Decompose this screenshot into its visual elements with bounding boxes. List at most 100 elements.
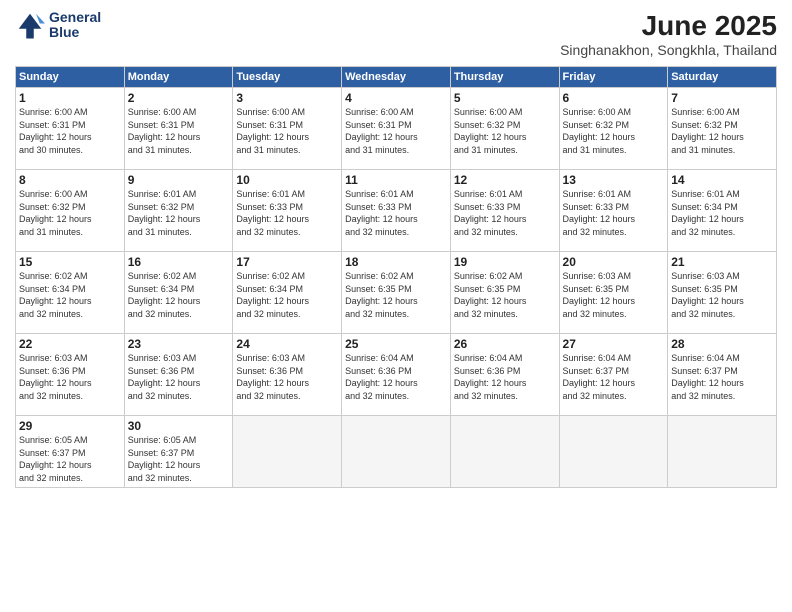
day-number: 6 bbox=[563, 91, 665, 105]
cell-text: Sunrise: 6:00 AMSunset: 6:32 PMDaylight:… bbox=[671, 106, 773, 156]
cell-text: Sunrise: 6:00 AMSunset: 6:31 PMDaylight:… bbox=[236, 106, 338, 156]
calendar-cell: 7Sunrise: 6:00 AMSunset: 6:32 PMDaylight… bbox=[668, 88, 777, 170]
cell-text: Sunrise: 6:00 AMSunset: 6:31 PMDaylight:… bbox=[345, 106, 447, 156]
day-number: 23 bbox=[128, 337, 230, 351]
calendar-cell: 3Sunrise: 6:00 AMSunset: 6:31 PMDaylight… bbox=[233, 88, 342, 170]
cell-text: Sunrise: 6:00 AMSunset: 6:31 PMDaylight:… bbox=[19, 106, 121, 156]
calendar-cell: 25Sunrise: 6:04 AMSunset: 6:36 PMDayligh… bbox=[342, 334, 451, 416]
day-number: 5 bbox=[454, 91, 556, 105]
logo-line1: General bbox=[49, 9, 101, 25]
weekday-header-monday: Monday bbox=[124, 67, 233, 88]
calendar-cell: 6Sunrise: 6:00 AMSunset: 6:32 PMDaylight… bbox=[559, 88, 668, 170]
day-number: 16 bbox=[128, 255, 230, 269]
cell-text: Sunrise: 6:05 AMSunset: 6:37 PMDaylight:… bbox=[19, 434, 121, 484]
logo-text: General Blue bbox=[49, 10, 101, 41]
weekday-header-wednesday: Wednesday bbox=[342, 67, 451, 88]
calendar-cell: 20Sunrise: 6:03 AMSunset: 6:35 PMDayligh… bbox=[559, 252, 668, 334]
cell-text: Sunrise: 6:05 AMSunset: 6:37 PMDaylight:… bbox=[128, 434, 230, 484]
calendar-cell: 16Sunrise: 6:02 AMSunset: 6:34 PMDayligh… bbox=[124, 252, 233, 334]
location: Singhanakhon, Songkhla, Thailand bbox=[560, 42, 777, 58]
day-number: 24 bbox=[236, 337, 338, 351]
cell-text: Sunrise: 6:04 AMSunset: 6:37 PMDaylight:… bbox=[671, 352, 773, 402]
day-number: 17 bbox=[236, 255, 338, 269]
calendar-cell: 28Sunrise: 6:04 AMSunset: 6:37 PMDayligh… bbox=[668, 334, 777, 416]
month-title: June 2025 bbox=[560, 10, 777, 42]
calendar-cell: 26Sunrise: 6:04 AMSunset: 6:36 PMDayligh… bbox=[450, 334, 559, 416]
week-row-3: 15Sunrise: 6:02 AMSunset: 6:34 PMDayligh… bbox=[16, 252, 777, 334]
calendar-cell: 4Sunrise: 6:00 AMSunset: 6:31 PMDaylight… bbox=[342, 88, 451, 170]
calendar-cell: 23Sunrise: 6:03 AMSunset: 6:36 PMDayligh… bbox=[124, 334, 233, 416]
calendar-cell bbox=[559, 416, 668, 488]
calendar-cell: 11Sunrise: 6:01 AMSunset: 6:33 PMDayligh… bbox=[342, 170, 451, 252]
calendar-cell: 17Sunrise: 6:02 AMSunset: 6:34 PMDayligh… bbox=[233, 252, 342, 334]
cell-text: Sunrise: 6:01 AMSunset: 6:33 PMDaylight:… bbox=[236, 188, 338, 238]
logo: General Blue bbox=[15, 10, 101, 41]
calendar-cell: 8Sunrise: 6:00 AMSunset: 6:32 PMDaylight… bbox=[16, 170, 125, 252]
day-number: 20 bbox=[563, 255, 665, 269]
logo-icon bbox=[15, 10, 45, 40]
day-number: 1 bbox=[19, 91, 121, 105]
calendar-cell: 5Sunrise: 6:00 AMSunset: 6:32 PMDaylight… bbox=[450, 88, 559, 170]
day-number: 15 bbox=[19, 255, 121, 269]
calendar-cell: 15Sunrise: 6:02 AMSunset: 6:34 PMDayligh… bbox=[16, 252, 125, 334]
day-number: 7 bbox=[671, 91, 773, 105]
header: General Blue June 2025 Singhanakhon, Son… bbox=[15, 10, 777, 58]
calendar-page: General Blue June 2025 Singhanakhon, Son… bbox=[0, 0, 792, 612]
day-number: 26 bbox=[454, 337, 556, 351]
weekday-header-tuesday: Tuesday bbox=[233, 67, 342, 88]
cell-text: Sunrise: 6:02 AMSunset: 6:34 PMDaylight:… bbox=[128, 270, 230, 320]
cell-text: Sunrise: 6:03 AMSunset: 6:35 PMDaylight:… bbox=[671, 270, 773, 320]
cell-text: Sunrise: 6:03 AMSunset: 6:36 PMDaylight:… bbox=[236, 352, 338, 402]
cell-text: Sunrise: 6:04 AMSunset: 6:37 PMDaylight:… bbox=[563, 352, 665, 402]
calendar-cell: 13Sunrise: 6:01 AMSunset: 6:33 PMDayligh… bbox=[559, 170, 668, 252]
calendar-cell: 12Sunrise: 6:01 AMSunset: 6:33 PMDayligh… bbox=[450, 170, 559, 252]
weekday-header-sunday: Sunday bbox=[16, 67, 125, 88]
cell-text: Sunrise: 6:01 AMSunset: 6:32 PMDaylight:… bbox=[128, 188, 230, 238]
day-number: 9 bbox=[128, 173, 230, 187]
day-number: 27 bbox=[563, 337, 665, 351]
weekday-header-friday: Friday bbox=[559, 67, 668, 88]
calendar-table: SundayMondayTuesdayWednesdayThursdayFrid… bbox=[15, 66, 777, 488]
cell-text: Sunrise: 6:02 AMSunset: 6:34 PMDaylight:… bbox=[19, 270, 121, 320]
day-number: 12 bbox=[454, 173, 556, 187]
cell-text: Sunrise: 6:04 AMSunset: 6:36 PMDaylight:… bbox=[454, 352, 556, 402]
calendar-cell: 2Sunrise: 6:00 AMSunset: 6:31 PMDaylight… bbox=[124, 88, 233, 170]
day-number: 29 bbox=[19, 419, 121, 433]
calendar-cell bbox=[668, 416, 777, 488]
day-number: 13 bbox=[563, 173, 665, 187]
day-number: 2 bbox=[128, 91, 230, 105]
calendar-cell: 9Sunrise: 6:01 AMSunset: 6:32 PMDaylight… bbox=[124, 170, 233, 252]
day-number: 30 bbox=[128, 419, 230, 433]
logo-line2: Blue bbox=[49, 24, 79, 40]
day-number: 25 bbox=[345, 337, 447, 351]
cell-text: Sunrise: 6:03 AMSunset: 6:35 PMDaylight:… bbox=[563, 270, 665, 320]
calendar-cell: 30Sunrise: 6:05 AMSunset: 6:37 PMDayligh… bbox=[124, 416, 233, 488]
day-number: 14 bbox=[671, 173, 773, 187]
calendar-cell bbox=[233, 416, 342, 488]
cell-text: Sunrise: 6:01 AMSunset: 6:33 PMDaylight:… bbox=[454, 188, 556, 238]
cell-text: Sunrise: 6:00 AMSunset: 6:32 PMDaylight:… bbox=[19, 188, 121, 238]
cell-text: Sunrise: 6:02 AMSunset: 6:35 PMDaylight:… bbox=[345, 270, 447, 320]
day-number: 8 bbox=[19, 173, 121, 187]
cell-text: Sunrise: 6:02 AMSunset: 6:35 PMDaylight:… bbox=[454, 270, 556, 320]
cell-text: Sunrise: 6:01 AMSunset: 6:33 PMDaylight:… bbox=[345, 188, 447, 238]
cell-text: Sunrise: 6:03 AMSunset: 6:36 PMDaylight:… bbox=[19, 352, 121, 402]
day-number: 19 bbox=[454, 255, 556, 269]
day-number: 22 bbox=[19, 337, 121, 351]
cell-text: Sunrise: 6:03 AMSunset: 6:36 PMDaylight:… bbox=[128, 352, 230, 402]
week-row-4: 22Sunrise: 6:03 AMSunset: 6:36 PMDayligh… bbox=[16, 334, 777, 416]
cell-text: Sunrise: 6:04 AMSunset: 6:36 PMDaylight:… bbox=[345, 352, 447, 402]
calendar-cell: 10Sunrise: 6:01 AMSunset: 6:33 PMDayligh… bbox=[233, 170, 342, 252]
weekday-header-row: SundayMondayTuesdayWednesdayThursdayFrid… bbox=[16, 67, 777, 88]
cell-text: Sunrise: 6:01 AMSunset: 6:34 PMDaylight:… bbox=[671, 188, 773, 238]
calendar-cell: 21Sunrise: 6:03 AMSunset: 6:35 PMDayligh… bbox=[668, 252, 777, 334]
day-number: 28 bbox=[671, 337, 773, 351]
day-number: 11 bbox=[345, 173, 447, 187]
cell-text: Sunrise: 6:00 AMSunset: 6:32 PMDaylight:… bbox=[563, 106, 665, 156]
title-block: June 2025 Singhanakhon, Songkhla, Thaila… bbox=[560, 10, 777, 58]
calendar-cell: 22Sunrise: 6:03 AMSunset: 6:36 PMDayligh… bbox=[16, 334, 125, 416]
week-row-5: 29Sunrise: 6:05 AMSunset: 6:37 PMDayligh… bbox=[16, 416, 777, 488]
cell-text: Sunrise: 6:00 AMSunset: 6:32 PMDaylight:… bbox=[454, 106, 556, 156]
calendar-cell bbox=[450, 416, 559, 488]
cell-text: Sunrise: 6:01 AMSunset: 6:33 PMDaylight:… bbox=[563, 188, 665, 238]
